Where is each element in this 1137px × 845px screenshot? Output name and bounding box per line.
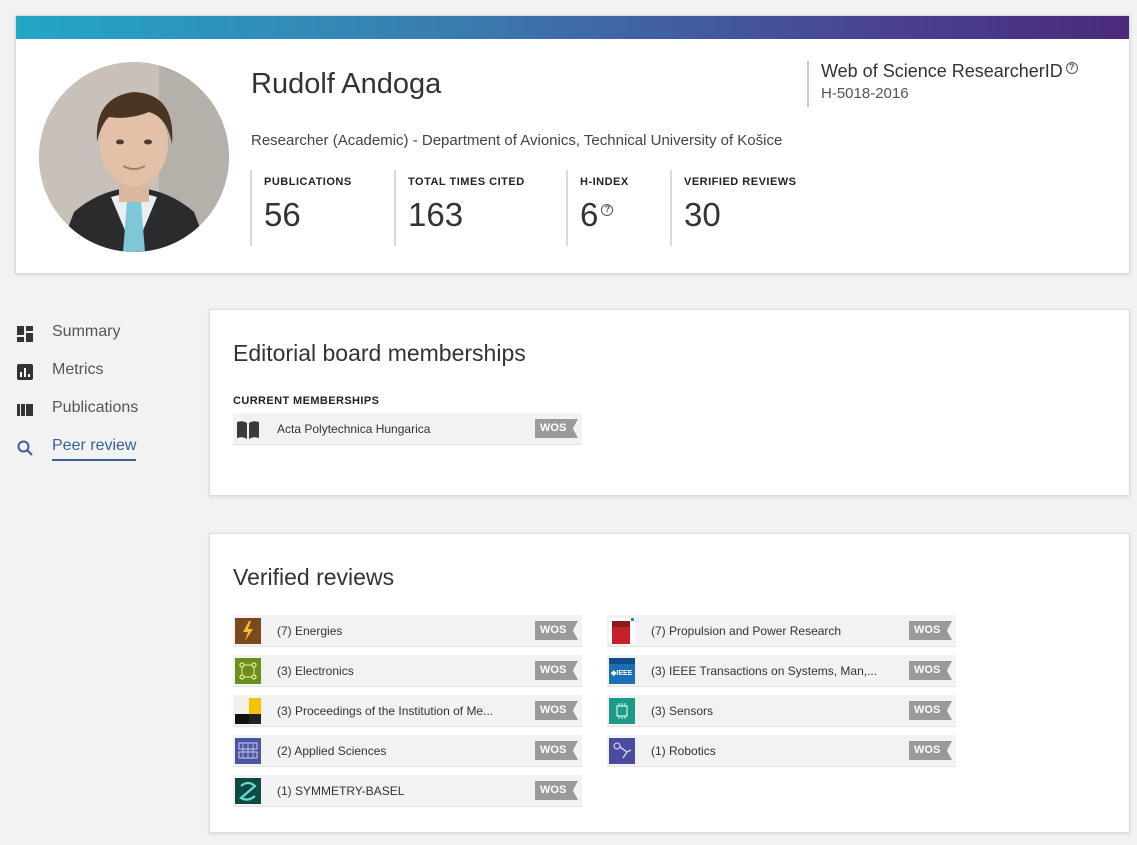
panel-title: Editorial board memberships (233, 340, 526, 366)
ieee-cover: ◆IEEE (609, 658, 635, 684)
journal-row[interactable]: (1) Robotics WOS (607, 735, 956, 767)
avatar (39, 62, 229, 252)
journal-name[interactable]: (3) Sensors (651, 704, 901, 718)
stat-publications: PUBLICATIONS 56 (250, 170, 394, 246)
nav-label: Publications (52, 399, 139, 416)
journal-row[interactable]: (7) Energies WOS (233, 615, 582, 647)
metrics-icon (17, 364, 33, 380)
journal-row[interactable]: (3) Electronics WOS (233, 655, 582, 687)
journal-name[interactable]: (3) Proceedings of the Institution of Me… (277, 704, 527, 718)
researcher-id-block: Web of Science ResearcherID? H-5018-2016 (807, 61, 1078, 107)
stat-h-index: H-INDEX 6? (566, 170, 670, 246)
wos-badge: WOS (535, 621, 578, 640)
electronics-cover (235, 658, 261, 684)
wos-badge: WOS (909, 741, 952, 760)
wos-badge: WOS (535, 661, 578, 680)
journal-name[interactable]: (1) SYMMETRY-BASEL (277, 784, 527, 798)
journal-row[interactable]: (2) Applied Sciences WOS (233, 735, 582, 767)
wos-badge: WOS (535, 419, 578, 438)
journal-name[interactable]: Acta Polytechnica Hungarica (277, 422, 527, 436)
wos-badge: WOS (535, 701, 578, 720)
journal-name[interactable]: (2) Applied Sciences (277, 744, 527, 758)
journal-name[interactable]: (7) Propulsion and Power Research (651, 624, 901, 638)
help-icon[interactable]: ? (1065, 62, 1078, 74)
journal-row[interactable]: (3) Proceedings of the Institution of Me… (233, 695, 582, 727)
journal-row[interactable]: Acta Polytechnica Hungarica WOS (233, 413, 582, 445)
profile-card: Rudolf Andoga Web of Science ResearcherI… (15, 15, 1130, 274)
wos-badge: WOS (535, 781, 578, 800)
journal-name[interactable]: (3) Electronics (277, 664, 527, 678)
journal-row[interactable]: (1) SYMMETRY-BASEL WOS (233, 775, 582, 807)
researcher-name: Rudolf Andoga (251, 68, 442, 100)
editorial-panel: Editorial board memberships CURRENT MEMB… (209, 309, 1130, 496)
stat-label: TOTAL TIMES CITED (408, 176, 525, 188)
affiliation: Researcher (Academic) - Department of Av… (251, 132, 783, 149)
energies-cover (235, 618, 261, 644)
journal-name[interactable]: (7) Energies (277, 624, 527, 638)
stat-label: PUBLICATIONS (264, 176, 352, 188)
summary-icon (17, 326, 33, 342)
researcher-id-title: Web of Science ResearcherID? (821, 61, 1078, 82)
stat-label: VERIFIED REVIEWS (684, 176, 797, 188)
symmetry-cover (235, 778, 261, 804)
h-index-value: 6 (580, 196, 599, 233)
stat-value: 6? (580, 196, 670, 234)
nav-label: Metrics (52, 361, 104, 378)
journal-row[interactable]: ◆IEEE (3) IEEE Transactions on Systems, … (607, 655, 956, 687)
stat-value: 30 (684, 196, 721, 233)
help-icon[interactable]: ? (601, 204, 614, 216)
wos-badge: WOS (909, 701, 952, 720)
journal-name[interactable]: (1) Robotics (651, 744, 901, 758)
stat-label: H-INDEX (580, 176, 629, 188)
sensors-cover (609, 698, 635, 724)
wos-badge: WOS (909, 661, 952, 680)
wos-badge: WOS (535, 741, 578, 760)
book-icon (237, 421, 259, 439)
publications-icon (17, 404, 33, 416)
stat-value: 163 (408, 196, 464, 233)
researcher-id-title-text: Web of Science ResearcherID (821, 61, 1063, 81)
stat-times-cited: TOTAL TIMES CITED 163 (394, 170, 566, 246)
researcher-id-value: H-5018-2016 (821, 85, 909, 102)
header-gradient-bar (16, 16, 1129, 39)
svg-text:◆IEEE: ◆IEEE (610, 670, 633, 677)
nav-label: Summary (52, 323, 121, 340)
stat-verified-reviews: VERIFIED REVIEWS 30 (670, 170, 830, 246)
stat-value: 56 (264, 196, 301, 233)
journal-name[interactable]: (3) IEEE Transactions on Systems, Man,..… (651, 664, 901, 678)
nav-label: Peer review (52, 437, 137, 461)
proceedings-cover (235, 698, 261, 724)
section-label: CURRENT MEMBERSHIPS (233, 395, 380, 407)
wos-badge: WOS (909, 621, 952, 640)
journal-row[interactable]: (3) Sensors WOS (607, 695, 956, 727)
panel-title: Verified reviews (233, 564, 395, 590)
applied-sciences-cover (235, 738, 261, 764)
propulsion-cover (609, 618, 635, 644)
search-icon (17, 440, 33, 456)
avatar-photo (39, 62, 229, 252)
verified-reviews-panel: Verified reviews (7) Energies WOS (3) El… (209, 533, 1130, 833)
journal-row[interactable]: (7) Propulsion and Power Research WOS (607, 615, 956, 647)
robotics-cover (609, 738, 635, 764)
